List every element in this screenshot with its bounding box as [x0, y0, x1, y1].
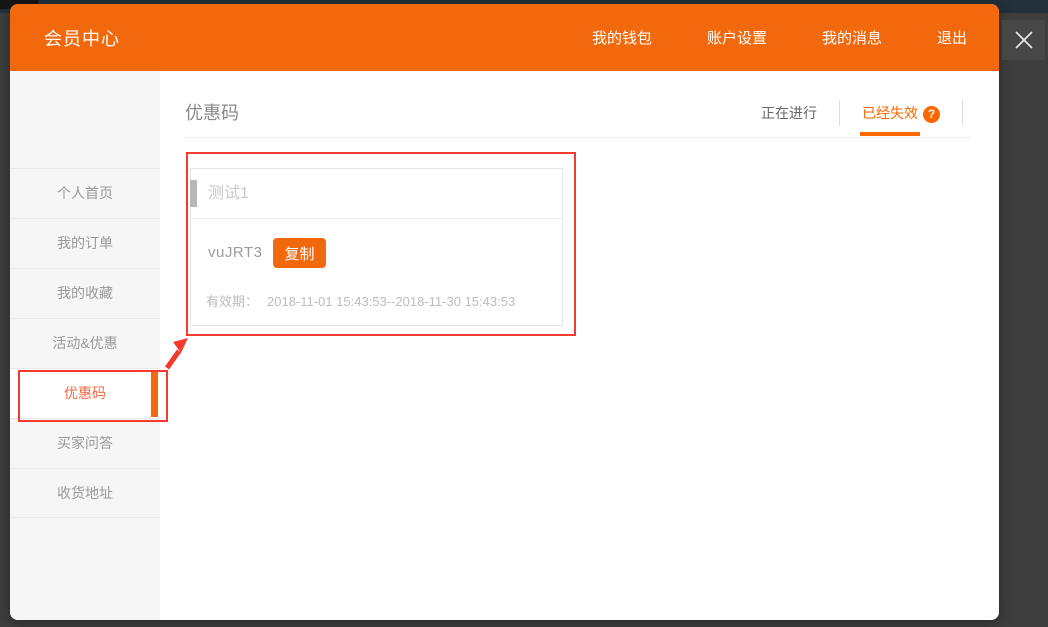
close-button[interactable]	[1002, 20, 1045, 60]
coupon-name: 测试1	[208, 169, 249, 219]
main-content: 优惠码 正在进行 已经失效? 测试1	[160, 71, 999, 620]
sidebar: 个人首页 我的订单 我的收藏 活动&优惠 优惠码 买家问答 收货地址	[10, 71, 160, 620]
page-title: 优惠码	[185, 99, 239, 125]
sidebar-item[interactable]: 个人首页	[10, 168, 160, 218]
title-divider	[185, 137, 971, 138]
validity-label: 有效期：	[206, 294, 258, 309]
sidebar-item[interactable]: 我的收藏	[10, 268, 160, 318]
tab-label: 正在进行	[761, 105, 817, 121]
coupon-code: vuJRT3	[208, 238, 262, 268]
header-nav-item[interactable]: 我的钱包	[592, 27, 652, 48]
page-backdrop: 会员中心 我的钱包 账户设置 我的消息 退出 个人首页 我的订单	[0, 0, 1048, 627]
member-center-modal: 会员中心 我的钱包 账户设置 我的消息 退出 个人首页 我的订单	[10, 4, 999, 620]
modal-header: 会员中心 我的钱包 账户设置 我的消息 退出	[10, 4, 999, 71]
validity-value: 2018-11-01 15:43:53--2018-11-30 15:43:53	[267, 294, 515, 309]
tab[interactable]: 正在进行	[739, 100, 840, 126]
sidebar-item[interactable]: 优惠码	[10, 368, 160, 418]
copy-button[interactable]: 复制	[273, 238, 326, 268]
help-icon[interactable]: ?	[923, 106, 940, 123]
coupon-card-header: 测试1	[191, 169, 562, 219]
tab[interactable]: 已经失效?	[840, 100, 963, 126]
coupon-card-body: vuJRT3 复制 有效期： 2018-11-01 15:43:53--2018-…	[191, 219, 562, 325]
header-nav: 我的钱包 账户设置 我的消息 退出	[592, 27, 967, 48]
header-nav-item[interactable]: 我的消息	[822, 27, 882, 48]
sidebar-item[interactable]: 我的订单	[10, 218, 160, 268]
header-nav-item[interactable]: 退出	[937, 27, 967, 48]
tab-bar: 正在进行 已经失效?	[739, 100, 963, 126]
sidebar-list: 个人首页 我的订单 我的收藏 活动&优惠 优惠码 买家问答 收货地址	[10, 168, 160, 518]
coupon-flag-bar	[190, 180, 197, 207]
close-icon	[1012, 28, 1036, 52]
modal-title: 会员中心	[44, 25, 120, 51]
sidebar-item[interactable]: 活动&优惠	[10, 318, 160, 368]
sidebar-item[interactable]: 收货地址	[10, 468, 160, 518]
sidebar-item[interactable]: 买家问答	[10, 418, 160, 468]
coupon-validity: 有效期： 2018-11-01 15:43:53--2018-11-30 15:4…	[206, 291, 515, 310]
header-nav-item[interactable]: 账户设置	[707, 27, 767, 48]
coupon-card: 测试1 vuJRT3 复制 有效期： 2018-11-01 15:43:53--2…	[190, 168, 563, 326]
tab-label: 已经失效	[862, 105, 918, 121]
